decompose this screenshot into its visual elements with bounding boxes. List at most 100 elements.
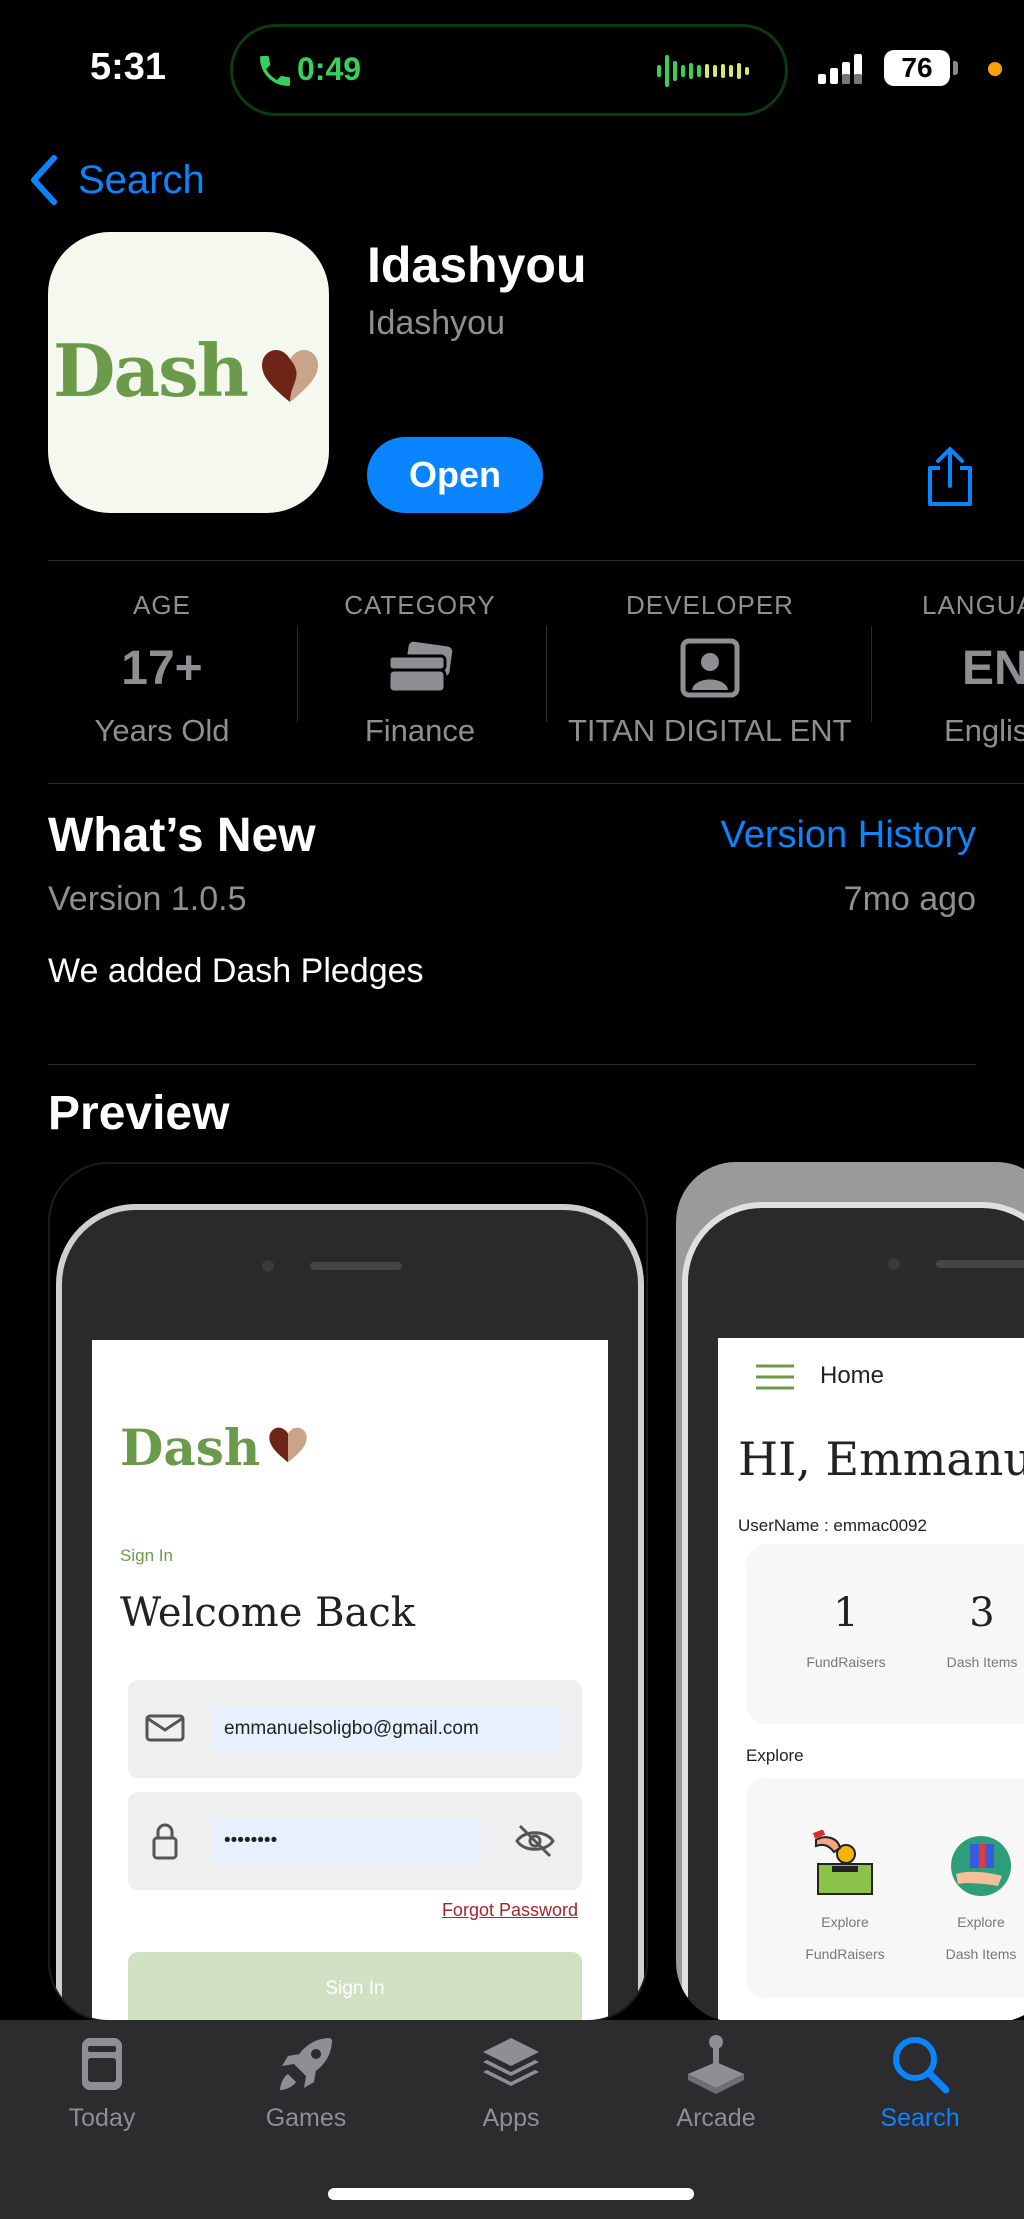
stats-card: 1 FundRaisers 3 Dash Items xyxy=(746,1544,1024,1724)
version-number: Version 1.0.5 xyxy=(48,880,247,918)
speaker-grill xyxy=(936,1260,1024,1268)
tab-apps[interactable]: Apps xyxy=(431,2032,591,2133)
home-header: Home xyxy=(820,1362,885,1389)
privacy-indicator-dot xyxy=(988,62,1002,76)
back-label: Search xyxy=(78,157,205,202)
status-bar: 5:31 0:49 76 xyxy=(0,0,1024,140)
tab-label: Search xyxy=(880,2104,960,2132)
hamburger-menu-icon xyxy=(756,1364,794,1390)
info-language[interactable]: LANGUA EN Englis xyxy=(900,590,1024,749)
audio-wave-icon xyxy=(657,55,749,87)
eye-off-icon xyxy=(515,1824,555,1858)
separator xyxy=(871,626,872,722)
lock-icon xyxy=(152,1823,178,1860)
tab-label: Apps xyxy=(482,2104,540,2132)
speaker-grill xyxy=(310,1262,402,1270)
stat-label: Dash Items xyxy=(946,1654,1018,1670)
signin-screen: Dash Sign In Welcome Back emmanuelsoligb… xyxy=(92,1340,608,2020)
app-icon-logo-text: Dash xyxy=(53,328,249,413)
wallet-icon xyxy=(387,641,453,694)
language-sub: Englis xyxy=(944,713,1024,748)
layers-icon xyxy=(483,2038,539,2086)
home-indicator[interactable] xyxy=(328,2188,694,2200)
explore-card: Explore FundRaisers Explore Dash Items xyxy=(746,1778,1024,1998)
heart-icon xyxy=(262,350,318,402)
password-value: •••••••• xyxy=(212,1818,482,1864)
language-value: EN xyxy=(962,641,1024,695)
category-icon-wrap xyxy=(320,635,520,701)
username: UserName : emmac0092 xyxy=(738,1516,927,1535)
tab-label: Arcade xyxy=(676,2104,756,2132)
phone-frame: Home HI, Emmanuel UserName : emmac0092 1… xyxy=(682,1202,1024,2022)
divider xyxy=(48,783,1024,784)
explore-line: FundRaisers xyxy=(805,1946,885,1962)
app-title: Idashyou xyxy=(367,237,587,293)
camera-dot xyxy=(262,1260,274,1272)
developer-icon-wrap xyxy=(560,635,860,701)
tab-games[interactable]: Games xyxy=(226,2032,386,2133)
stat-value: 3 xyxy=(969,1590,995,1636)
battery-tip xyxy=(953,61,958,75)
email-field: emmanuelsoligbo@gmail.com xyxy=(128,1680,582,1778)
explore-line: Explore xyxy=(957,1914,1005,1930)
share-icon[interactable] xyxy=(922,446,978,508)
mail-icon xyxy=(145,1714,185,1742)
separator xyxy=(297,626,298,722)
cellular-signal-icon xyxy=(818,54,862,84)
dynamic-island-call[interactable]: 0:49 xyxy=(230,24,788,116)
age-label: AGE xyxy=(133,590,191,620)
camera-dot xyxy=(888,1258,900,1270)
donation-box-icon xyxy=(812,1830,873,1895)
forgot-password-link: Forgot Password xyxy=(441,1900,578,1920)
whats-new-title: What’s New xyxy=(48,809,316,862)
rocket-icon xyxy=(280,2038,332,2090)
heart-icon xyxy=(269,1427,307,1463)
open-button[interactable]: Open xyxy=(367,437,543,513)
back-to-search-button[interactable]: Search xyxy=(28,152,205,208)
email-value: emmanuelsoligbo@gmail.com xyxy=(212,1706,562,1752)
release-notes: We added Dash Pledges xyxy=(48,952,424,990)
release-age: 7mo ago xyxy=(843,880,976,918)
today-icon xyxy=(82,2038,122,2090)
explore-fundraisers-label: Explore FundRaisers xyxy=(790,1906,900,1970)
developer-sub: TITAN DIGITAL ENT xyxy=(568,713,852,748)
clock: 5:31 xyxy=(90,46,167,88)
greeting: HI, Emmanuel xyxy=(738,1432,1024,1486)
age-value: 17+ xyxy=(121,641,203,695)
info-age[interactable]: AGE 17+ Years Old xyxy=(62,590,262,749)
dash-logo: Dash xyxy=(120,1418,261,1477)
divider xyxy=(48,1064,976,1065)
divider xyxy=(48,560,1024,561)
explore-heading: Explore xyxy=(746,1746,804,1765)
preview-screenshot-1[interactable]: Dash Sign In Welcome Back emmanuelsoligb… xyxy=(48,1162,648,2022)
developer-label: DEVELOPER xyxy=(626,590,794,620)
tab-today[interactable]: Today xyxy=(22,2032,182,2133)
info-category[interactable]: CATEGORY Finance xyxy=(320,590,520,749)
call-duration: 0:49 xyxy=(297,51,362,87)
category-label: CATEGORY xyxy=(344,590,496,620)
phone-icon xyxy=(260,56,290,86)
stat-label: FundRaisers xyxy=(806,1654,886,1670)
tab-arcade[interactable]: Arcade xyxy=(636,2032,796,2133)
joystick-icon xyxy=(688,2035,744,2094)
tab-search[interactable]: Search xyxy=(840,2032,1000,2133)
home-screen: Home HI, Emmanuel UserName : emmac0092 1… xyxy=(718,1338,1024,2022)
tab-label: Today xyxy=(68,2104,136,2132)
signin-button: Sign In xyxy=(128,1952,582,2020)
explore-line: Explore xyxy=(821,1914,869,1930)
welcome-heading: Welcome Back xyxy=(120,1590,415,1636)
preview-title: Preview xyxy=(48,1087,230,1140)
age-sub: Years Old xyxy=(94,713,230,748)
chevron-left-icon xyxy=(31,155,57,205)
preview-screenshot-2[interactable]: Home HI, Emmanuel UserName : emmac0092 1… xyxy=(676,1162,1024,2022)
separator xyxy=(546,626,547,722)
app-developer-link[interactable]: Idashyou xyxy=(367,304,505,343)
stat-value: 1 xyxy=(833,1590,859,1636)
explore-dash-items-label: Explore Dash Items xyxy=(926,1906,1024,1970)
battery-indicator: 76 xyxy=(884,50,950,86)
gift-icon xyxy=(951,1836,1011,1896)
version-history-link[interactable]: Version History xyxy=(720,814,976,857)
app-icon: Dash xyxy=(48,232,329,513)
info-developer[interactable]: DEVELOPER TITAN DIGITAL ENT xyxy=(560,590,860,749)
phone-frame: Dash Sign In Welcome Back emmanuelsoligb… xyxy=(56,1204,644,2020)
